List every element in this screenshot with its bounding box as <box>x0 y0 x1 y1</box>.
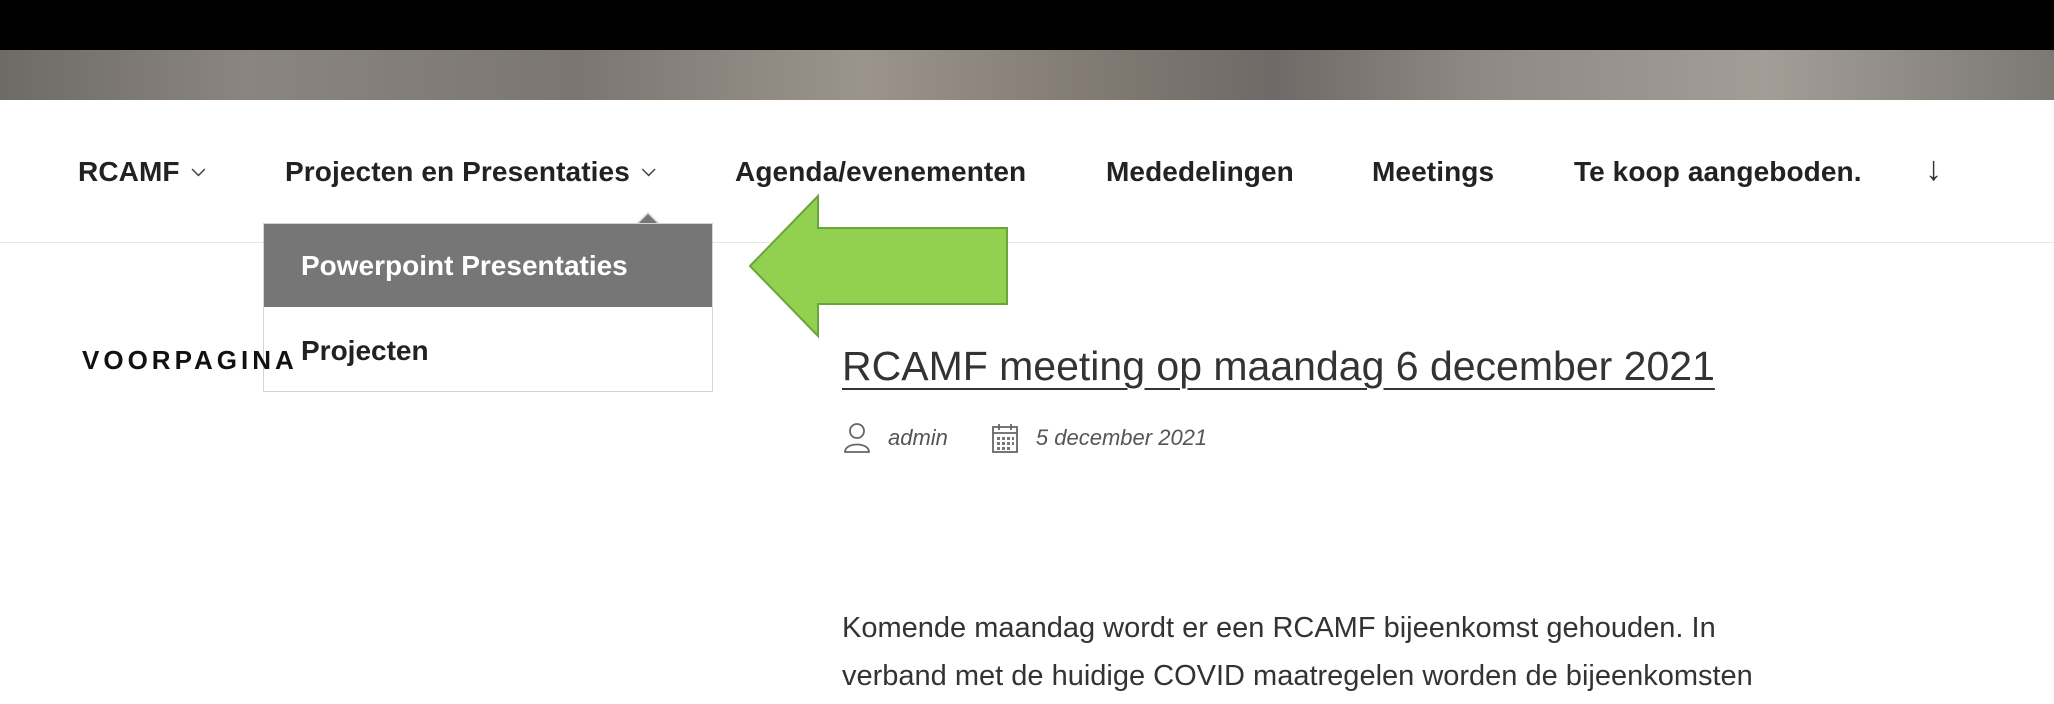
top-bar <box>0 0 2054 50</box>
nav-item-rcamf[interactable]: RCAMF ⌵ <box>78 156 205 188</box>
nav-item-projecten-en-presentaties[interactable]: Projecten en Presentaties ⌵ <box>285 156 656 188</box>
nav-item-agenda[interactable]: Agenda/evenementen <box>735 156 1026 188</box>
scroll-down-button[interactable]: ↓ <box>1925 150 1942 189</box>
content-area: RCAMF ⌵ Projecten en Presentaties ⌵ Agen… <box>0 100 2054 704</box>
excerpt-line: Komende maandag wordt er een RCAMF bijee… <box>842 612 1716 644</box>
submenu-dropdown: Powerpoint Presentaties Projecten <box>263 223 713 392</box>
annotation-arrow <box>748 193 1008 339</box>
chevron-down-icon: ⌵ <box>641 159 656 180</box>
submenu-item-powerpoint-presentaties[interactable]: Powerpoint Presentaties <box>264 224 712 307</box>
post-date[interactable]: 5 december 2021 <box>1036 425 1207 451</box>
arrow-down-icon: ↓ <box>1925 150 1943 188</box>
nav-item-label: Projecten en Presentaties <box>285 156 630 187</box>
nav-item-label: RCAMF <box>78 156 180 187</box>
nav-item-label: Te koop aangeboden. <box>1574 156 1862 187</box>
page: RCAMF ⌵ Projecten en Presentaties ⌵ Agen… <box>0 0 2054 704</box>
nav-item-label: Meetings <box>1372 156 1495 187</box>
post-author[interactable]: admin <box>888 425 948 451</box>
nav-item-label: Agenda/evenementen <box>735 156 1027 187</box>
submenu-item-projecten[interactable]: Projecten <box>264 309 712 392</box>
chevron-down-icon: ⌵ <box>191 159 206 180</box>
post-meta: admin 5 december 2021 <box>842 422 1207 454</box>
nav-item-meetings[interactable]: Meetings <box>1372 156 1494 188</box>
post-title-link[interactable]: RCAMF meeting op maandag 6 december 2021 <box>842 343 1715 390</box>
header-image <box>0 50 2054 100</box>
sidebar-title: VOORPAGINA <box>82 345 298 375</box>
user-icon <box>842 422 872 454</box>
nav-item-te-koop[interactable]: Te koop aangeboden. <box>1574 156 1862 188</box>
nav-item-mededelingen[interactable]: Mededelingen <box>1106 156 1294 188</box>
calendar-icon <box>990 422 1020 454</box>
excerpt-line: verband met de huidige COVID maatregelen… <box>842 660 1753 692</box>
main-navigation: RCAMF ⌵ Projecten en Presentaties ⌵ Agen… <box>0 100 2054 243</box>
post-excerpt: Komende maandag wordt er een RCAMF bijee… <box>842 604 1992 700</box>
nav-item-label: Mededelingen <box>1106 156 1294 187</box>
